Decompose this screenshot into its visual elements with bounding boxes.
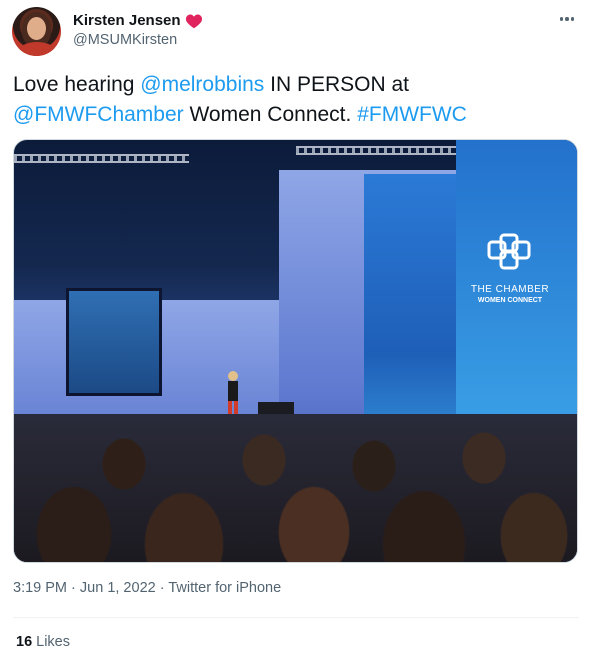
- meta-separator: ·: [159, 580, 165, 596]
- stage-truss-right: [296, 146, 476, 155]
- user-handle[interactable]: @MSUMKirsten: [73, 32, 177, 48]
- meta-separator: ·: [71, 580, 76, 596]
- tweet-date[interactable]: Jun 1, 2022: [80, 580, 156, 596]
- hashtag-link-fmwfwc[interactable]: #FMWFWC: [357, 103, 467, 126]
- tweet-time[interactable]: 3:19 PM: [13, 580, 67, 596]
- chamber-logo-subtitle: WOMEN CONNECT: [477, 297, 543, 304]
- display-name[interactable]: Kirsten Jensen: [73, 12, 181, 29]
- chamber-logo-title: THE CHAMBER: [470, 284, 550, 295]
- mention-link-fmwfchamber[interactable]: @FMWFChamber: [13, 103, 184, 126]
- side-video-screen: [66, 288, 162, 396]
- tweet-text-segment: Women Connect.: [183, 103, 358, 126]
- more-dot: [570, 17, 575, 21]
- display-name-row[interactable]: Kirsten Jensen: [73, 12, 203, 29]
- more-dot: [559, 17, 564, 21]
- tweet-source-link[interactable]: Twitter for iPhone: [168, 580, 281, 596]
- tweet-header: Kirsten Jensen @MSUMKirsten: [12, 7, 579, 57]
- tweet-text: Love hearing @melrobbins IN PERSON at @F…: [13, 70, 579, 130]
- avatar[interactable]: [12, 7, 61, 56]
- divider: [13, 617, 579, 618]
- more-options-icon[interactable]: [557, 11, 577, 27]
- avatar-shirt: [18, 42, 56, 56]
- tweet-text-segment: IN PERSON at: [264, 73, 409, 96]
- heart-icon: [185, 13, 203, 29]
- tweet-text-segment: Love hearing: [13, 73, 141, 96]
- chamber-logo-icon: [486, 232, 532, 274]
- likes-count: 16: [16, 634, 33, 650]
- likes-label: Likes: [36, 634, 70, 650]
- tweet-meta: 3:19 PM · Jun 1, 2022 · Twitter for iPho…: [13, 580, 281, 596]
- mention-link-melrobbins[interactable]: @melrobbins: [140, 73, 264, 96]
- audience-crowd: [14, 414, 577, 562]
- tweet-photo[interactable]: THE CHAMBER WOMEN CONNECT: [13, 139, 578, 563]
- likes-stat[interactable]: 16 Likes: [16, 634, 70, 650]
- more-dot: [565, 17, 569, 21]
- avatar-face: [27, 17, 46, 40]
- stage-truss-left: [14, 154, 189, 163]
